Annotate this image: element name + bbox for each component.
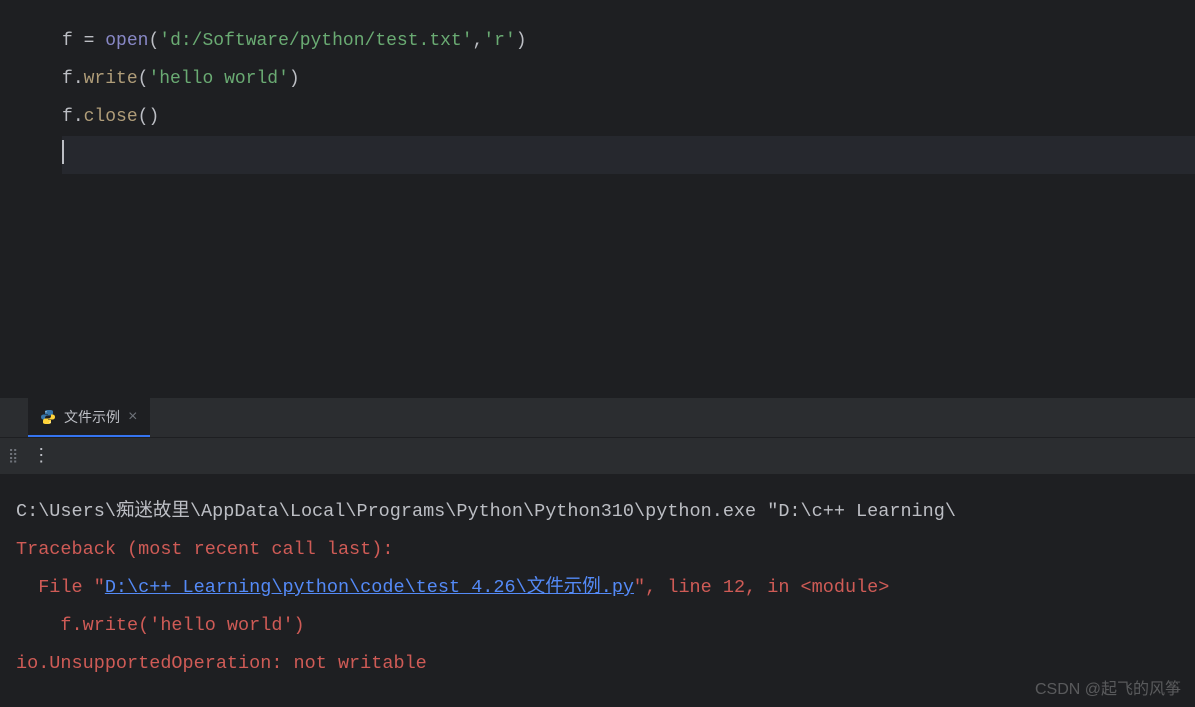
method-close: close	[84, 107, 138, 127]
code-line-3[interactable]: f.close()	[62, 98, 1195, 136]
terminal-toolbar: ⣿ ⋮	[0, 437, 1195, 475]
traceback-code-line: f.write('hello world')	[16, 607, 1179, 645]
python-icon	[40, 409, 56, 425]
watermark: CSDN @起飞的风筝	[1035, 675, 1181, 699]
terminal-command-line: C:\Users\痴迷故里\AppData\Local\Programs\Pyt…	[16, 493, 1179, 531]
code-line-1[interactable]: f = open('d:/Software/python/test.txt','…	[62, 22, 1195, 60]
drag-handle-icon[interactable]: ⣿	[8, 448, 18, 465]
code-editor[interactable]: f = open('d:/Software/python/test.txt','…	[0, 0, 1195, 397]
tab-label: 文件示例	[64, 407, 120, 427]
run-tab-bar: 文件示例 ×	[0, 397, 1195, 437]
traceback-header: Traceback (most recent call last):	[16, 531, 1179, 569]
code-line-4[interactable]	[62, 136, 1195, 174]
string-literal: 'd:/Software/python/test.txt'	[159, 31, 472, 51]
string-literal: 'r'	[483, 31, 515, 51]
variable: f	[62, 31, 73, 51]
method-write: write	[84, 69, 138, 89]
code-line-2[interactable]: f.write('hello world')	[62, 60, 1195, 98]
traceback-file-line: File "D:\c++ Learning\python\code\test 4…	[16, 569, 1179, 607]
file-link[interactable]: D:\c++ Learning\python\code\test 4.26\文件…	[105, 577, 634, 598]
terminal-output[interactable]: C:\Users\痴迷故里\AppData\Local\Programs\Pyt…	[0, 475, 1195, 683]
cursor	[62, 140, 64, 164]
run-tab[interactable]: 文件示例 ×	[28, 398, 150, 437]
close-icon[interactable]: ×	[128, 408, 138, 426]
code-content[interactable]: f = open('d:/Software/python/test.txt','…	[22, 0, 1195, 397]
operator: =	[84, 31, 95, 51]
line-gutter	[0, 0, 22, 397]
builtin-open: open	[105, 31, 148, 51]
error-message: io.UnsupportedOperation: not writable	[16, 645, 1179, 683]
string-literal: 'hello world'	[148, 69, 288, 89]
more-actions-icon[interactable]: ⋮	[32, 445, 48, 467]
